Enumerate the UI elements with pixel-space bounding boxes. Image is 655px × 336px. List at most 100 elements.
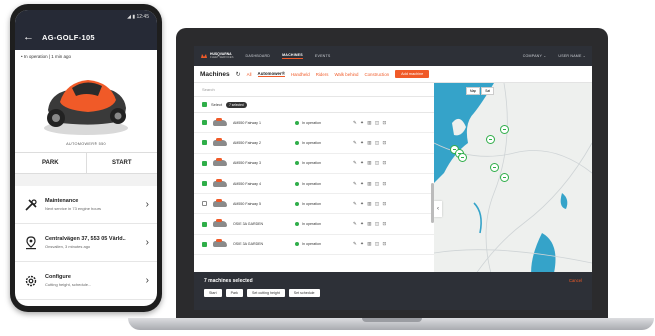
selected-count-badge: 7 selected	[226, 101, 247, 108]
start-button[interactable]: START	[87, 153, 158, 173]
machine-row[interactable]: OSIE 3A GARDEN In operation ✎ ✦ ▥ ◫ ⊡	[194, 214, 434, 235]
machine-status: In operation	[295, 201, 347, 206]
machine-row[interactable]: OSIE 3A GARDEN In operation ✎ ✦ ▥ ◫ ⊡	[194, 235, 434, 256]
mower-map-pin[interactable]	[490, 163, 499, 172]
machine-name: AM550 Fairway 1	[233, 120, 261, 125]
satellite-button[interactable]: Sat	[481, 87, 494, 95]
bulk-action-bar: 7 machines selected Start Park Set cutti…	[194, 272, 592, 310]
configure-row[interactable]: Configure Cutting height, schedule... ›	[15, 262, 157, 300]
laptop-screen: HUSQVARNA FLEET SERVICES DASHBOARD MACHI…	[194, 46, 592, 310]
status-label: In operation	[302, 140, 321, 145]
mower-map-pin[interactable]	[500, 173, 509, 182]
start-button[interactable]: Start	[204, 289, 222, 297]
mower-thumbnail	[213, 117, 227, 126]
location-title: Centralvägen 37, 553 05 Värld..	[45, 236, 126, 242]
company-menu[interactable]: COMPANY ⌄	[523, 54, 547, 58]
set-cutting-height-button[interactable]: Set cutting height	[246, 289, 285, 297]
status-dot-icon	[295, 222, 299, 227]
mower-thumbnail	[213, 137, 227, 146]
search-input[interactable]: Search	[194, 83, 434, 97]
row-checkbox[interactable]	[202, 241, 207, 247]
husqvarna-crown-icon	[201, 54, 207, 58]
user-menu[interactable]: USER NAME ⌄	[558, 54, 586, 58]
mower-map-pin[interactable]	[486, 135, 495, 144]
row-checkbox[interactable]	[202, 160, 207, 166]
filter-all[interactable]: All	[247, 72, 252, 77]
map-type-switch: Map Sat	[466, 87, 494, 95]
nav-dashboard[interactable]: DASHBOARD	[246, 54, 271, 58]
set-schedule-button[interactable]: Set schedule	[288, 289, 320, 297]
row-checkbox[interactable]	[202, 120, 207, 126]
location-row[interactable]: Centralvägen 37, 553 05 Värld.. Onsvalle…	[15, 224, 157, 262]
row-checkbox[interactable]	[202, 140, 207, 146]
row-checkbox[interactable]	[202, 221, 207, 227]
brand-logo[interactable]: HUSQVARNA FLEET SERVICES	[200, 52, 234, 60]
refresh-icon[interactable]: ↻	[236, 71, 241, 78]
select-all-row[interactable]: Select 7 selected	[194, 97, 434, 113]
robotic-mower-illustration	[44, 80, 128, 135]
cancel-link[interactable]: Cancel	[569, 278, 582, 283]
row-checkbox[interactable]	[202, 201, 207, 207]
machine-name: AM550 Fairway 4	[233, 181, 261, 186]
page-title: Machines	[200, 70, 230, 78]
machine-status: In operation	[295, 161, 347, 166]
park-button[interactable]: Park	[225, 289, 243, 297]
mower-thumbnail	[213, 198, 227, 207]
status-indicators: ◢ ▮ 12:45	[127, 14, 149, 20]
chevron-right-icon: ›	[145, 199, 149, 210]
row-checkbox[interactable]	[202, 181, 207, 187]
machine-row[interactable]: AM550 Fairway 2 In operation ✎ ✦ ▥ ◫ ⊡	[194, 133, 434, 154]
status-label: In operation	[302, 161, 321, 166]
select-all-checkbox[interactable]	[202, 102, 207, 107]
map-pin-icon	[23, 235, 39, 251]
phone-device: ◢ ▮ 12:45 ← AG-GOLF-105 • In operation |…	[10, 4, 162, 312]
maintenance-row[interactable]: Maintenance Next service in 73 engine ho…	[15, 186, 157, 224]
nav-machines[interactable]: MACHINES	[282, 53, 303, 59]
machine-row[interactable]: AM550 Fairway 4 In operation ✎ ✦ ▥ ◫ ⊡	[194, 174, 434, 195]
filter-construction[interactable]: Construction	[364, 72, 389, 77]
chevron-left-icon[interactable]: ‹	[434, 201, 442, 217]
status-label: In operation	[302, 201, 321, 206]
machine-row[interactable]: AM550 Fairway 3 In operation ✎ ✦ ▥ ◫ ⊡	[194, 154, 434, 174]
mower-thumbnail	[213, 239, 227, 248]
add-machine-button[interactable]: Add machine	[395, 70, 430, 78]
row-tools-icons[interactable]: ✎ ✦ ▥ ◫ ⊡	[353, 120, 387, 126]
phone-status-bar: ◢ ▮ 12:45	[15, 10, 157, 24]
row-tools-icons[interactable]: ✎ ✦ ▥ ◫ ⊡	[353, 140, 387, 146]
filter-bar: Machines ↻ All Automower® Handheld Rider…	[194, 66, 592, 83]
park-button[interactable]: PARK	[15, 153, 87, 173]
row-tools-icons[interactable]: ✎ ✦ ▥ ◫ ⊡	[353, 221, 387, 227]
mower-map-pin[interactable]	[500, 125, 509, 134]
status-dot-icon	[295, 140, 299, 145]
mower-map-pin[interactable]	[458, 153, 467, 162]
filter-automower[interactable]: Automower®	[257, 71, 285, 77]
chevron-right-icon: ›	[145, 275, 149, 286]
filter-handheld[interactable]: Handheld	[291, 72, 310, 77]
row-tools-icons[interactable]: ✎ ✦ ▥ ◫ ⊡	[353, 201, 387, 207]
nav-events[interactable]: EVENTS	[315, 54, 331, 58]
row-tools-icons[interactable]: ✎ ✦ ▥ ◫ ⊡	[353, 241, 387, 247]
configure-subtitle: Cutting height, schedule...	[45, 282, 92, 287]
status-dot-icon	[295, 120, 299, 125]
machine-row[interactable]: AM550 Fairway 1 In operation ✎ ✦ ▥ ◫ ⊡	[194, 113, 434, 134]
top-navigation: HUSQVARNA FLEET SERVICES DASHBOARD MACHI…	[194, 46, 592, 66]
filter-walk-behind[interactable]: Walk behind	[334, 72, 358, 77]
machine-row[interactable]: AM550 Fairway 5 In operation ✎ ✦ ▥ ◫ ⊡	[194, 194, 434, 215]
row-tools-icons[interactable]: ✎ ✦ ▥ ◫ ⊡	[353, 160, 387, 166]
machine-status: In operation	[295, 181, 347, 186]
machine-status: In operation	[295, 120, 347, 125]
status-label: In operation	[302, 222, 321, 227]
phone-action-bar: PARK START	[15, 152, 157, 174]
filter-riders[interactable]: Riders	[316, 72, 329, 77]
status-dot-icon	[295, 242, 299, 247]
status-dot-icon	[295, 161, 299, 166]
configure-text: Configure Cutting height, schedule...	[45, 274, 140, 287]
row-tools-icons[interactable]: ✎ ✦ ▥ ◫ ⊡	[353, 181, 387, 187]
model-label: AUTOMOWER® 550	[66, 142, 106, 146]
chevron-right-icon: ›	[145, 237, 149, 248]
status-label: In operation	[302, 120, 321, 125]
machine-title: AG-GOLF-105	[42, 32, 95, 42]
status-label: In operation	[302, 242, 321, 247]
map-button[interactable]: Map	[466, 87, 481, 95]
arrow-left-icon[interactable]: ←	[23, 31, 34, 43]
